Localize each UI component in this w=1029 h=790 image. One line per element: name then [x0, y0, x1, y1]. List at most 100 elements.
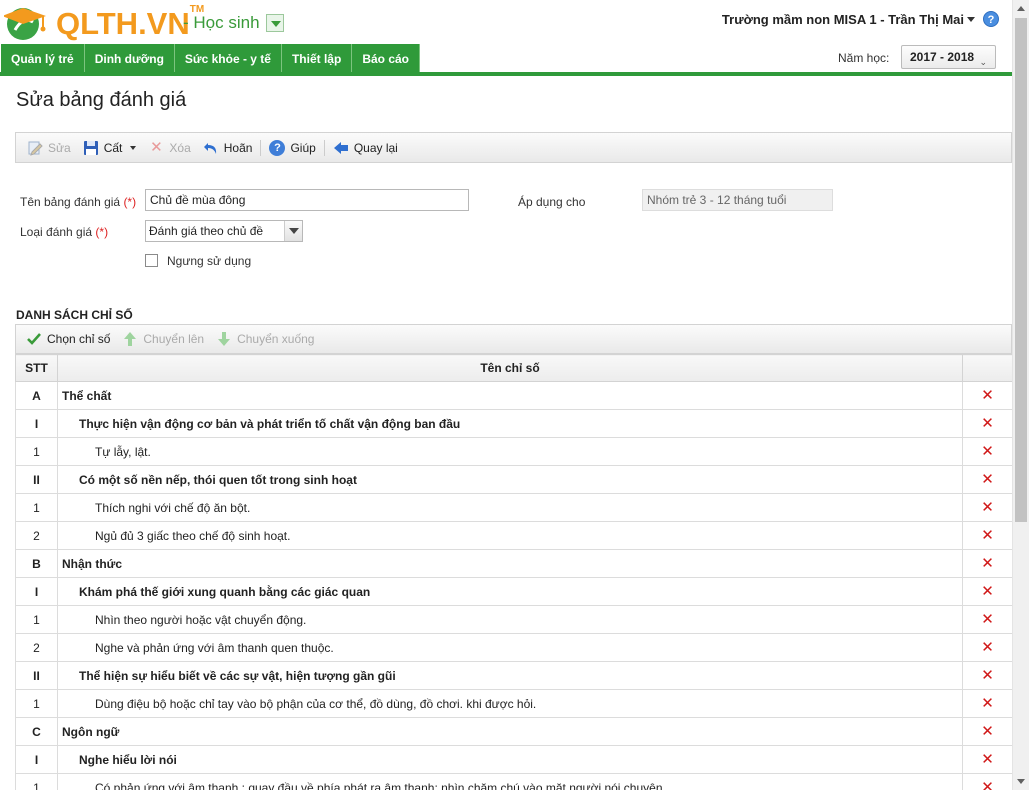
row-indicator-name: Nghe hiểu lời nói — [57, 745, 963, 774]
apply-label: Áp dụng cho — [518, 195, 586, 209]
column-header-stt[interactable]: STT — [15, 354, 58, 382]
nav-underline — [0, 72, 1012, 76]
nav-tabs: Quản lý trẻ Dinh dưỡng Sức khỏe - y tế T… — [1, 44, 420, 72]
evaluation-type-value: Đánh giá theo chủ đề — [149, 224, 264, 238]
app-logo[interactable]: QLTH.VN TM — [2, 4, 204, 42]
save-button[interactable]: Cất — [77, 137, 143, 159]
save-icon — [83, 140, 99, 156]
delete-row-icon[interactable]: ✕ — [981, 554, 994, 572]
delete-row-icon[interactable]: ✕ — [981, 414, 994, 432]
move-up-button[interactable]: Chuyển lên — [116, 328, 210, 350]
indicator-rows: A Thể chất ✕ I Thực hiện vận động cơ bản và … — [15, 381, 1012, 790]
school-year-value: 2017 - 2018 — [910, 50, 975, 64]
delete-button[interactable]: ✕ Xóa — [142, 137, 196, 159]
row-delete-cell: ✕ — [962, 493, 1012, 522]
choose-indicator-button[interactable]: Chọn chỉ số — [20, 328, 116, 350]
help-button[interactable]: ? Giúp — [263, 137, 321, 159]
check-icon — [26, 331, 42, 347]
role-label: - Học sinh — [183, 13, 260, 32]
row-delete-cell: ✕ — [962, 549, 1012, 578]
table-row[interactable]: B Nhận thức ✕ — [15, 549, 1012, 578]
table-row[interactable]: II Có một số nền nếp, thói quen tốt trong… — [15, 465, 1012, 494]
delete-row-icon[interactable]: ✕ — [981, 638, 994, 656]
table-row[interactable]: A Thể chất ✕ — [15, 381, 1012, 410]
table-row[interactable]: I Nghe hiểu lời nói ✕ — [15, 745, 1012, 774]
nav-tab-suc-khoe[interactable]: Sức khỏe - y tế — [174, 44, 282, 72]
nav-tab-thiet-lap[interactable]: Thiết lập — [281, 44, 353, 72]
move-down-button[interactable]: Chuyển xuống — [210, 328, 320, 350]
caret-down-icon[interactable] — [130, 145, 137, 150]
delete-row-icon[interactable]: ✕ — [981, 442, 994, 460]
column-header-name[interactable]: Tên chỉ số — [57, 354, 963, 382]
indicator-table: STT Tên chỉ số A Thể chất ✕ I Thực hiện vận … — [15, 354, 1012, 790]
row-delete-cell: ✕ — [962, 605, 1012, 634]
delete-row-icon[interactable]: ✕ — [981, 470, 994, 488]
scrollbar-thumb[interactable] — [1015, 18, 1027, 522]
help-icon[interactable]: ? — [983, 11, 999, 27]
role-switcher[interactable]: - Học sinh — [183, 13, 284, 33]
table-row[interactable]: 1 Có phản ứng với âm thanh : quay đầu về … — [15, 773, 1012, 790]
name-label: Tên bảng đánh giá (*) — [20, 195, 137, 209]
school-year-select[interactable]: 2017 - 2018 ⌄ — [901, 45, 996, 69]
user-menu[interactable]: Trường mầm non MISA 1 - Trần Thị Mai ? — [722, 11, 999, 27]
back-button[interactable]: Quay lại — [327, 137, 404, 159]
graduation-cap-logo-icon — [2, 4, 54, 42]
row-stt: 1 — [15, 437, 58, 466]
row-delete-cell: ✕ — [962, 437, 1012, 466]
table-row[interactable]: II Thể hiện sự hiểu biết về các sự vật, h… — [15, 661, 1012, 690]
evaluation-type-select[interactable]: Đánh giá theo chủ đề — [145, 220, 303, 242]
undo-icon — [203, 140, 219, 156]
row-delete-cell: ✕ — [962, 689, 1012, 718]
row-indicator-name: Nghe và phản ứng với âm thanh quen thuộc… — [57, 633, 963, 662]
chevron-down-icon: ⌄ — [979, 57, 987, 67]
nav-tab-bao-cao[interactable]: Báo cáo — [352, 44, 420, 72]
table-row[interactable]: 1 Thích nghi với chế độ ăn bột. ✕ — [15, 493, 1012, 522]
undo-button[interactable]: Hoãn — [197, 137, 259, 159]
delete-row-icon[interactable]: ✕ — [981, 498, 994, 516]
delete-row-icon[interactable]: ✕ — [981, 750, 994, 768]
arrow-left-icon — [333, 140, 349, 156]
page-scrollbar[interactable] — [1012, 0, 1029, 790]
row-delete-cell: ✕ — [962, 717, 1012, 746]
table-row[interactable]: 1 Nhìn theo người hoặc vật chuyển động. ✕ — [15, 605, 1012, 634]
inactive-checkbox[interactable] — [145, 254, 158, 267]
row-delete-cell: ✕ — [962, 521, 1012, 550]
table-row[interactable]: I Thực hiện vận động cơ bản và phát triển… — [15, 409, 1012, 438]
nav-tab-dinh-duong[interactable]: Dinh dưỡng — [84, 44, 175, 72]
form-toolbar: Sửa Cất ✕ Xóa Hoãn ? Giúp Quay lại — [15, 132, 1012, 163]
delete-row-icon[interactable]: ✕ — [981, 526, 994, 544]
row-delete-cell: ✕ — [962, 633, 1012, 662]
indicator-grid: STT Tên chỉ số A Thể chất ✕ I Thực hiện vận … — [15, 354, 1012, 790]
scroll-up-arrow-icon[interactable] — [1013, 0, 1029, 17]
row-delete-cell: ✕ — [962, 465, 1012, 494]
delete-row-icon[interactable]: ✕ — [981, 694, 994, 712]
indicator-list-title: DANH SÁCH CHỈ SỐ — [16, 308, 133, 322]
delete-row-icon[interactable]: ✕ — [981, 666, 994, 684]
row-indicator-name: Thể hiện sự hiểu biết về các sự vật, hiệ… — [57, 661, 963, 690]
table-row[interactable]: 1 Tự lẫy, lật. ✕ — [15, 437, 1012, 466]
table-row[interactable]: I Khám phá thế giới xung quanh bằng các g… — [15, 577, 1012, 606]
row-stt: I — [15, 409, 58, 438]
delete-row-icon[interactable]: ✕ — [981, 778, 994, 790]
table-row[interactable]: 1 Dùng điệu bộ hoặc chỉ tay vào bộ phận c… — [15, 689, 1012, 718]
delete-row-icon[interactable]: ✕ — [981, 610, 994, 628]
edit-button[interactable]: Sửa — [21, 137, 77, 159]
row-stt: 1 — [15, 773, 58, 790]
delete-row-icon[interactable]: ✕ — [981, 722, 994, 740]
scroll-down-arrow-icon[interactable] — [1013, 773, 1029, 790]
table-row[interactable]: 2 Nghe và phản ứng với âm thanh quen thuộ… — [15, 633, 1012, 662]
table-row[interactable]: 2 Ngủ đủ 3 giấc theo chế độ sinh hoạt. ✕ — [15, 521, 1012, 550]
name-input[interactable] — [145, 189, 469, 211]
role-dropdown-icon[interactable] — [265, 14, 284, 32]
row-indicator-name: Thể chất — [57, 381, 963, 410]
delete-row-icon[interactable]: ✕ — [981, 386, 994, 404]
delete-row-icon[interactable]: ✕ — [981, 582, 994, 600]
nav-tab-quan-ly-tre[interactable]: Quản lý trẻ — [1, 44, 85, 72]
table-row[interactable]: C Ngôn ngữ ✕ — [15, 717, 1012, 746]
row-stt: I — [15, 745, 58, 774]
row-stt: 2 — [15, 521, 58, 550]
edit-icon — [27, 140, 43, 156]
dropdown-arrow-icon[interactable] — [284, 221, 302, 241]
row-delete-cell: ✕ — [962, 745, 1012, 774]
row-indicator-name: Có phản ứng với âm thanh : quay đầu về p… — [57, 773, 963, 790]
